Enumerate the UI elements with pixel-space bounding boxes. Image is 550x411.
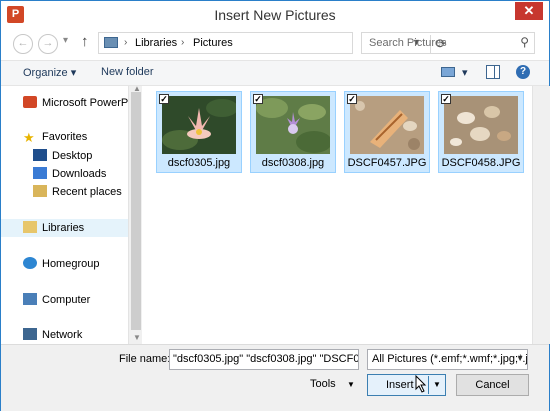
cancel-button[interactable]: Cancel — [456, 374, 529, 396]
dialog-title: Insert New Pictures — [214, 7, 336, 23]
forward-button[interactable]: → — [38, 34, 58, 54]
insert-pictures-dialog: P Insert New Pictures ✕ ← → ▾ ↑ › Librar… — [0, 0, 550, 411]
downloads-icon — [33, 167, 47, 179]
network-icon — [23, 328, 37, 340]
nav-item-downloads[interactable]: Downloads — [33, 165, 106, 183]
file-name: dscf0308.jpg — [261, 157, 325, 169]
file-item[interactable]: ✓ DSCF0457.JPG — [344, 91, 430, 173]
search-icon[interactable]: ⚲ — [520, 35, 529, 49]
desktop-icon — [33, 149, 47, 161]
file-name-input[interactable]: "dscf0305.jpg" "dscf0308.jpg" "DSCF0457.… — [169, 349, 359, 370]
change-view-icon[interactable] — [441, 67, 455, 77]
view-options-dropdown[interactable]: ▾ — [462, 66, 468, 79]
nav-item-powerpoint[interactable]: Microsoft PowerPoint — [23, 94, 128, 112]
up-button[interactable]: ↑ — [81, 33, 89, 50]
file-name: DSCF0457.JPG — [347, 157, 427, 169]
tools-dropdown-icon[interactable]: ▼ — [347, 380, 355, 389]
preview-pane-icon[interactable] — [486, 65, 500, 79]
star-icon: ★ — [23, 130, 35, 145]
breadcrumb-libraries[interactable]: Libraries — [135, 37, 177, 49]
nav-item-network[interactable]: Network — [23, 326, 82, 344]
insert-label: Insert — [386, 379, 414, 391]
address-bar[interactable]: › Libraries › Pictures ▼ ⟳ — [98, 32, 446, 54]
breadcrumb-pictures[interactable]: Pictures — [193, 37, 233, 49]
file-type-value: All Pictures (*.emf;*.wmf;*.jpg;*.jpeg;*… — [372, 353, 528, 365]
libraries-icon — [23, 221, 37, 233]
recent-locations-dropdown[interactable]: ▾ — [63, 35, 68, 46]
nav-item-homegroup[interactable]: Homegroup — [23, 255, 99, 273]
file-item[interactable]: ✓ dscf0308.jpg — [250, 91, 336, 173]
file-list: ✓ dscf0305.jpg ✓ dscf0308.jpg ✓ DSCF0457… — [142, 86, 532, 344]
scroll-down-icon[interactable]: ▼ — [133, 333, 141, 342]
computer-icon — [23, 293, 37, 305]
nav-item-desktop[interactable]: Desktop — [33, 147, 92, 165]
homegroup-icon — [23, 257, 37, 269]
water-lily-image — [162, 96, 236, 154]
breadcrumb-separator: › — [181, 37, 185, 48]
navigation-bar: ← → ▾ ↑ › Libraries › Pictures ▼ ⟳ Searc… — [1, 31, 549, 55]
powerpoint-icon — [23, 96, 37, 108]
tools-menu[interactable]: Tools — [310, 378, 336, 390]
file-checkbox[interactable]: ✓ — [159, 94, 169, 104]
file-checkbox[interactable]: ✓ — [441, 94, 451, 104]
file-item[interactable]: ✓ dscf0305.jpg — [156, 91, 242, 173]
navigation-pane-scrollbar[interactable]: ▲ ▼ — [128, 84, 143, 344]
close-button[interactable]: ✕ — [515, 2, 543, 20]
file-name: dscf0305.jpg — [167, 157, 231, 169]
shells-sand-image — [444, 96, 518, 154]
recent-places-icon — [33, 185, 47, 197]
search-placeholder: Search Pictures — [369, 37, 447, 49]
purple-lily-image — [256, 96, 330, 154]
file-name-label: File name: — [119, 353, 171, 365]
dialog-footer: File name: "dscf0305.jpg" "dscf0308.jpg"… — [1, 344, 549, 411]
title-bar: P Insert New Pictures ✕ — [1, 1, 549, 29]
navigation-pane: Microsoft PowerPoint ★Favorites Desktop … — [1, 86, 128, 344]
nav-item-recent-places[interactable]: Recent places — [33, 183, 122, 201]
shells-image — [350, 96, 424, 154]
mouse-cursor-icon — [415, 375, 427, 393]
file-checkbox[interactable]: ✓ — [253, 94, 263, 104]
nav-item-favorites[interactable]: ★ Favorites — [23, 128, 87, 146]
chevron-down-icon: ▼ — [516, 354, 524, 363]
nav-item-computer[interactable]: Computer — [23, 291, 90, 309]
file-type-select[interactable]: All Pictures (*.emf;*.wmf;*.jpg;*.jpeg;*… — [367, 349, 528, 370]
search-box[interactable]: Search Pictures ⚲ — [361, 32, 535, 54]
insert-options-dropdown[interactable]: ▼ — [433, 380, 441, 389]
back-button[interactable]: ← — [13, 34, 33, 54]
scrollbar-thumb[interactable] — [131, 92, 141, 330]
new-folder-button[interactable]: New folder — [101, 66, 154, 78]
nav-item-libraries[interactable]: Libraries — [1, 219, 128, 237]
organize-menu[interactable]: Organize ▾ — [23, 66, 76, 79]
insert-split-divider — [428, 376, 429, 394]
file-checkbox[interactable]: ✓ — [347, 94, 357, 104]
file-list-scrollbar[interactable] — [532, 86, 550, 344]
command-toolbar: Organize ▾ New folder ▾ ? — [1, 60, 549, 86]
help-icon[interactable]: ? — [516, 65, 530, 79]
breadcrumb-separator: › — [124, 37, 128, 48]
file-item[interactable]: ✓ DSCF0458.JPG — [438, 91, 524, 173]
file-name: DSCF0458.JPG — [441, 157, 521, 169]
library-icon — [104, 37, 118, 48]
